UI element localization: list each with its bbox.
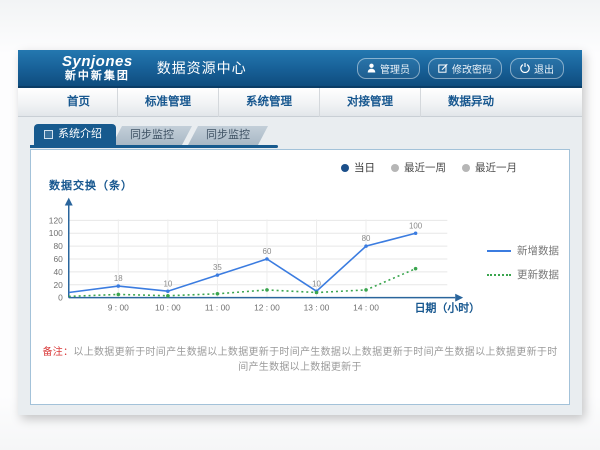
period-filters: 当日 最近一周 最近一月	[41, 156, 559, 175]
header-actions: 管理员 修改密码 退出	[357, 58, 564, 79]
brand-logo-subtitle: 新中新集团	[65, 71, 130, 82]
tab-system-intro[interactable]: 系统介绍	[34, 124, 116, 145]
svg-text:60: 60	[53, 254, 63, 264]
svg-text:80: 80	[362, 234, 371, 243]
nav-item-system-mgmt[interactable]: 系统管理	[219, 88, 320, 117]
svg-text:13 : 00: 13 : 00	[304, 303, 330, 313]
filter-label: 最近一月	[475, 160, 517, 175]
svg-text:18: 18	[114, 274, 123, 283]
user-label: 管理员	[380, 61, 410, 76]
brand-logo-name: Synjones	[62, 54, 133, 69]
change-password-label: 修改密码	[452, 61, 492, 76]
svg-text:100: 100	[409, 221, 423, 230]
chart-row: 9 : 00 10 : 00 11 : 00 12 : 00 13 : 00 14 : 0…	[41, 195, 559, 327]
footnote-text: 以上数据更新于时间产生数据以上数据更新于时间产生数据以上数据更新于时间产生数据以…	[73, 347, 557, 373]
radio-dot-icon	[391, 164, 399, 172]
blue-line-icon	[487, 250, 511, 252]
user-button[interactable]: 管理员	[357, 58, 420, 79]
tab-sync-monitor-2[interactable]: 同步监控	[188, 126, 268, 145]
green-dotted-line-icon	[487, 274, 511, 276]
svg-text:0: 0	[58, 293, 63, 303]
change-password-button[interactable]: 修改密码	[428, 58, 502, 79]
svg-text:12 : 00: 12 : 00	[254, 303, 280, 313]
svg-text:35: 35	[213, 263, 222, 272]
svg-text:9 : 00: 9 : 00	[108, 303, 129, 313]
tab-label: 系统介绍	[58, 124, 102, 145]
nav-item-home[interactable]: 首页	[40, 88, 118, 117]
nav-item-data-change[interactable]: 数据异动	[421, 88, 521, 117]
chart-panel: 当日 最近一周 最近一月 数据交换（条） 9 : 00 10 : 00 11 : 0…	[30, 149, 570, 405]
document-icon	[44, 130, 53, 139]
legend-item-new-data[interactable]: 新增数据	[487, 243, 559, 258]
svg-text:10: 10	[163, 279, 172, 288]
svg-text:11 : 00: 11 : 00	[205, 303, 230, 313]
radio-dot-icon	[462, 164, 470, 172]
filter-today[interactable]: 当日	[341, 160, 375, 175]
tab-bar: 系统介绍 同步监控 同步监控	[34, 124, 570, 145]
filter-last-month[interactable]: 最近一月	[462, 160, 517, 175]
content-area: 系统介绍 同步监控 同步监控 当日 最近一周 最近一月	[18, 117, 582, 405]
filter-label: 当日	[354, 160, 375, 175]
svg-text:20: 20	[53, 280, 63, 290]
legend-label: 更新数据	[517, 267, 559, 282]
tab-underline	[30, 145, 278, 148]
footnote: 备注：以上数据更新于时间产生数据以上数据更新于时间产生数据以上数据更新于时间产生…	[41, 343, 559, 373]
app-header: Synjones 新中新集团 数据资源中心 管理员 修改密码 退出	[18, 50, 582, 88]
main-nav: 首页 标准管理 系统管理 对接管理 数据异动	[18, 88, 582, 117]
y-axis-title: 数据交换（条）	[49, 177, 559, 193]
logout-label: 退出	[534, 61, 554, 76]
filter-label: 最近一周	[404, 160, 446, 175]
brand-logo: Synjones 新中新集团	[62, 54, 133, 82]
edit-icon	[438, 63, 448, 73]
svg-text:40: 40	[53, 267, 63, 277]
svg-text:120: 120	[49, 215, 63, 225]
svg-text:60: 60	[263, 247, 272, 256]
legend-label: 新增数据	[517, 243, 559, 258]
svg-text:10: 10	[312, 279, 321, 288]
svg-text:14 : 00: 14 : 00	[353, 303, 379, 313]
svg-text:100: 100	[49, 228, 63, 238]
legend-item-updated-data[interactable]: 更新数据	[487, 267, 559, 282]
power-icon	[520, 63, 530, 73]
app-window: Synjones 新中新集团 数据资源中心 管理员 修改密码 退出	[18, 50, 582, 415]
page-title: 数据资源中心	[157, 58, 247, 78]
line-chart: 9 : 00 10 : 00 11 : 00 12 : 00 13 : 00 14 : 0…	[41, 195, 481, 327]
filter-last-week[interactable]: 最近一周	[391, 160, 446, 175]
radio-dot-icon	[341, 164, 349, 172]
chart-legend: 新增数据 更新数据	[487, 243, 559, 327]
nav-item-interface-mgmt[interactable]: 对接管理	[320, 88, 421, 117]
svg-text:80: 80	[53, 241, 63, 251]
svg-text:10 : 00: 10 : 00	[155, 303, 181, 313]
svg-text:日期（小时）: 日期（小时）	[415, 301, 480, 315]
user-icon	[367, 63, 376, 73]
logout-button[interactable]: 退出	[510, 58, 564, 79]
tab-sync-monitor-1[interactable]: 同步监控	[112, 126, 192, 145]
nav-item-standard-mgmt[interactable]: 标准管理	[118, 88, 219, 117]
footnote-prefix: 备注：	[42, 347, 73, 358]
